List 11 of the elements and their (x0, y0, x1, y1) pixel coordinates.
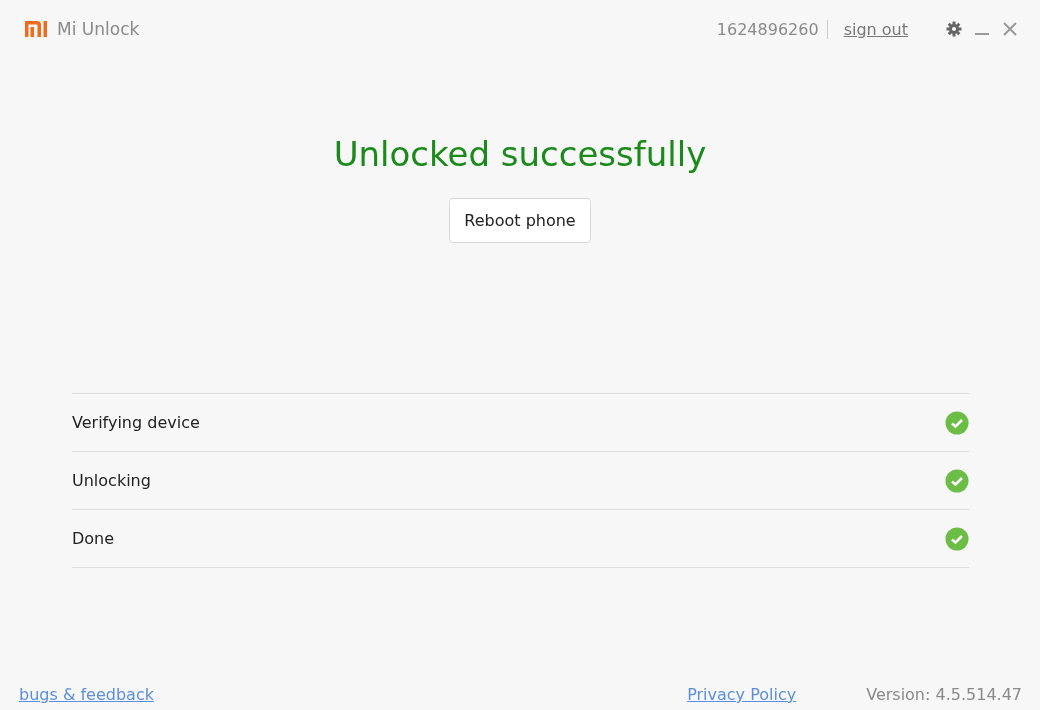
step-label: Done (72, 529, 116, 548)
status-title: Unlocked successfully (333, 134, 707, 174)
privacy-policy-link[interactable]: Privacy Policy (687, 685, 797, 704)
account-id: 1624896260 (716, 19, 828, 39)
feedback-link[interactable]: bugs & feedback (19, 685, 154, 704)
step-label: Verifying device (72, 413, 201, 432)
app-title: Mi Unlock (57, 19, 140, 39)
step-label: Unlocking (72, 471, 152, 490)
reboot-button[interactable]: Reboot phone (449, 198, 591, 243)
sign-out-link[interactable]: sign out (843, 19, 908, 39)
version-text: Version: 4.5.514.47 (866, 685, 1022, 704)
